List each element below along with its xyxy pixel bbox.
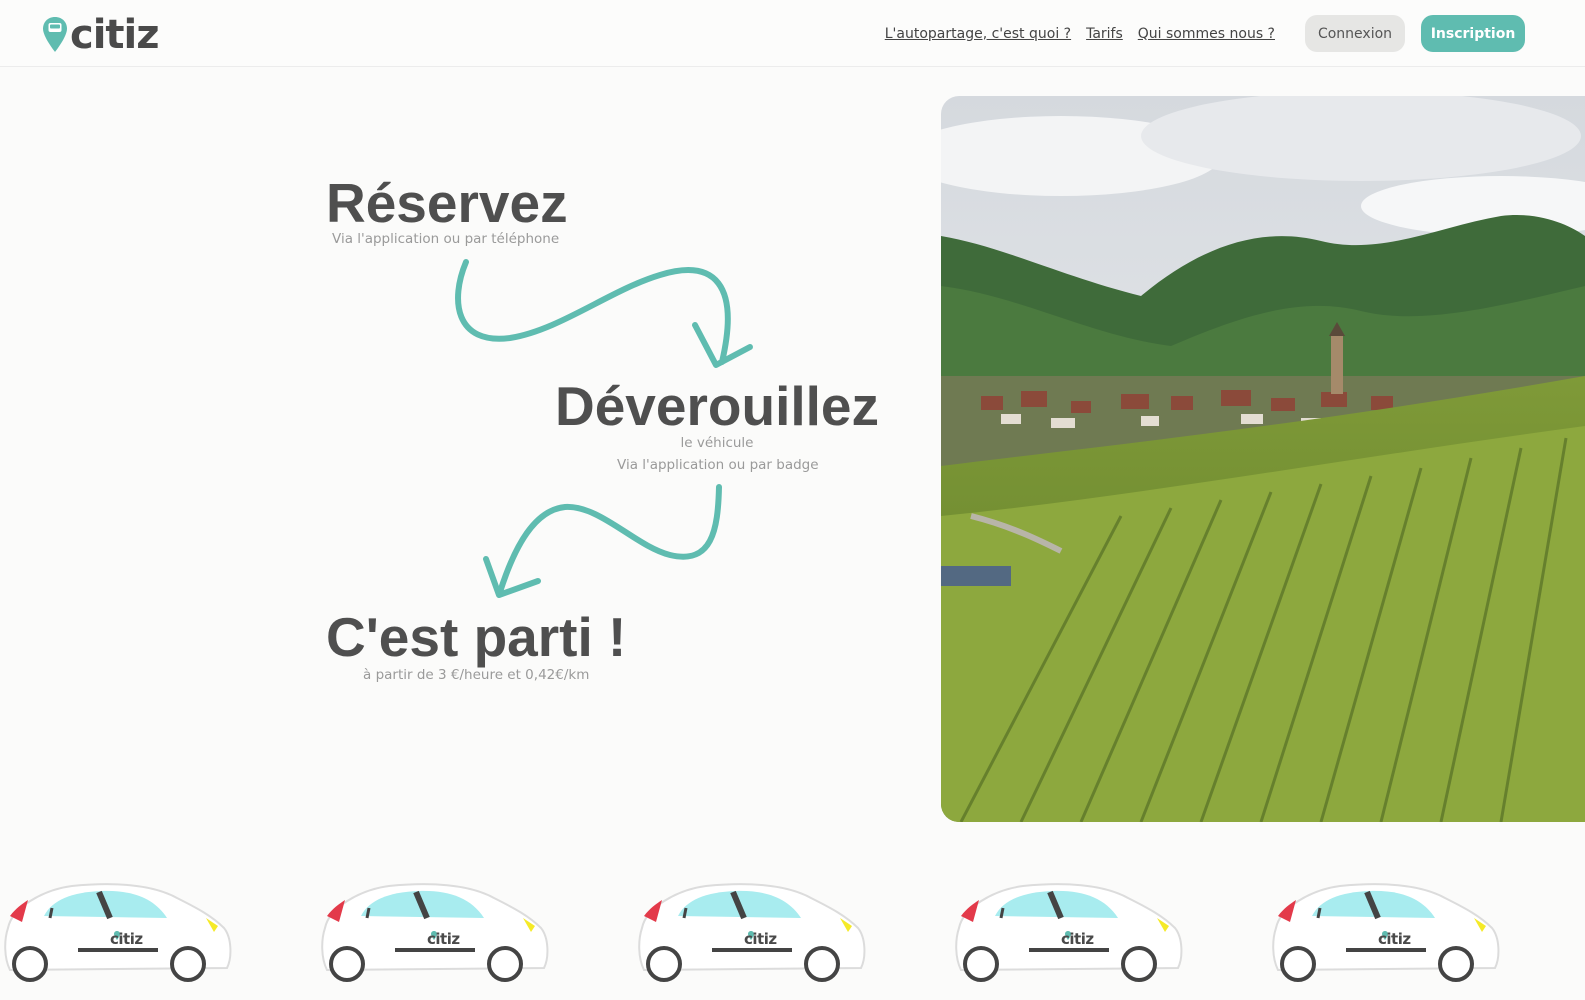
login-button[interactable]: Connexion bbox=[1305, 15, 1405, 52]
car-illustration: citiz bbox=[953, 878, 1185, 988]
step-reserve-subtitle: Via l'application ou par téléphone bbox=[332, 231, 560, 247]
main-nav: L'autopartage, c'est quoi ? Tarifs Qui s… bbox=[870, 15, 1525, 52]
step-unlock-subtitle-1: le véhicule bbox=[680, 435, 754, 451]
map-pin-icon bbox=[43, 17, 67, 52]
car-brand-label: citiz bbox=[110, 930, 143, 948]
hero-landscape-image bbox=[941, 96, 1585, 822]
car-brand-label: citiz bbox=[1061, 930, 1094, 948]
curved-arrow-icon bbox=[455, 259, 753, 598]
step-go-title: C'est parti ! bbox=[326, 606, 627, 668]
nav-link-autopartage[interactable]: L'autopartage, c'est quoi ? bbox=[885, 26, 1071, 42]
signup-button[interactable]: Inscription bbox=[1421, 15, 1525, 52]
step-unlock-subtitle-2: Via l'application ou par badge bbox=[617, 457, 819, 473]
car-brand-label: citiz bbox=[744, 930, 777, 948]
cars-row: citiz citiz citiz citiz citiz bbox=[0, 878, 1585, 1000]
citiz-logo[interactable]: citiz bbox=[42, 12, 160, 58]
step-reserve-title: Réservez bbox=[326, 172, 568, 234]
step-go-subtitle: à partir de 3 €/heure et 0,42€/km bbox=[363, 667, 590, 683]
car-illustration: citiz bbox=[2, 878, 234, 988]
logo-wordmark: citiz bbox=[70, 12, 160, 58]
car-illustration: citiz bbox=[1270, 878, 1502, 988]
car-illustration: citiz bbox=[636, 878, 868, 988]
step-unlock-title: Déverouillez bbox=[555, 375, 880, 437]
car-illustration: citiz bbox=[319, 878, 551, 988]
site-header: citiz L'autopartage, c'est quoi ? Tarifs… bbox=[0, 0, 1585, 67]
car-brand-label: citiz bbox=[1378, 930, 1411, 948]
car-brand-label: citiz bbox=[427, 930, 460, 948]
nav-link-about[interactable]: Qui sommes nous ? bbox=[1138, 26, 1275, 42]
nav-link-tarifs[interactable]: Tarifs bbox=[1086, 26, 1123, 42]
